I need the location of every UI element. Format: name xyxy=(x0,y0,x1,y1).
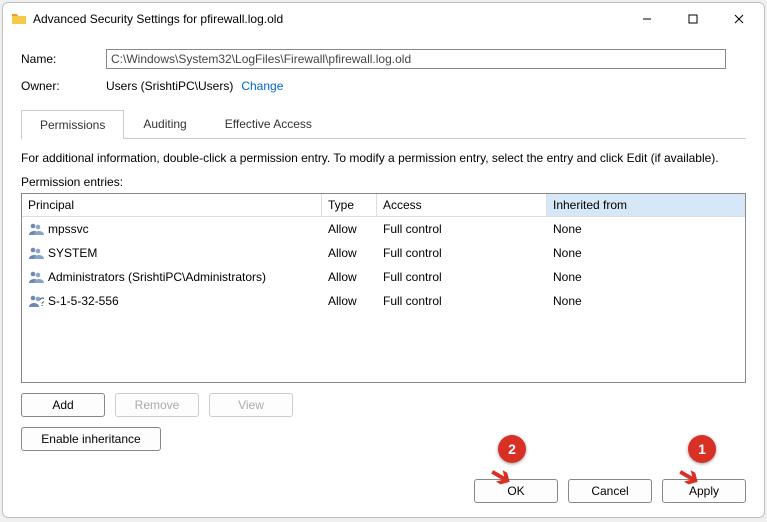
permission-entries-table[interactable]: Principal Type Access Inherited from mps… xyxy=(21,193,746,383)
cell-access: Full control xyxy=(377,292,547,310)
view-button: View xyxy=(209,393,293,417)
cell-inherited: None xyxy=(547,292,745,310)
cell-type: Allow xyxy=(322,220,377,238)
col-inherited[interactable]: Inherited from xyxy=(547,194,745,217)
add-button[interactable]: Add xyxy=(21,393,105,417)
table-row[interactable]: mpssvc AllowFull controlNone xyxy=(22,217,745,241)
cell-type: Allow xyxy=(322,268,377,286)
remove-button: Remove xyxy=(115,393,199,417)
owner-row: Owner: Users (SrishtiPC\Users) Change xyxy=(21,79,746,93)
table-row[interactable]: ? S-1-5-32-556 AllowFull controlNone xyxy=(22,289,745,313)
cell-access: Full control xyxy=(377,268,547,286)
tab-bar: Permissions Auditing Effective Access xyxy=(21,109,746,139)
table-row[interactable]: Administrators (SrishtiPC\Administrators… xyxy=(22,265,745,289)
change-owner-link[interactable]: Change xyxy=(241,79,283,93)
titlebar: Advanced Security Settings for pfirewall… xyxy=(3,3,764,35)
name-label: Name: xyxy=(21,52,106,66)
col-access[interactable]: Access xyxy=(377,194,547,217)
inheritance-buttons: Enable inheritance xyxy=(21,427,746,451)
enable-inheritance-button[interactable]: Enable inheritance xyxy=(21,427,161,451)
window-controls xyxy=(624,4,762,34)
principal-icon xyxy=(28,221,44,237)
tab-permissions[interactable]: Permissions xyxy=(21,110,124,139)
content-area: Name: C:\Windows\System32\LogFiles\Firew… xyxy=(3,35,764,479)
svg-text:?: ? xyxy=(39,295,44,309)
cell-principal: mpssvc xyxy=(22,219,322,239)
dialog-footer: OK Cancel Apply xyxy=(3,479,764,517)
cell-principal: SYSTEM xyxy=(22,243,322,263)
owner-value: Users (SrishtiPC\Users) xyxy=(106,79,233,93)
cell-principal: Administrators (SrishtiPC\Administrators… xyxy=(22,267,322,287)
cell-principal: ? S-1-5-32-556 xyxy=(22,291,322,311)
maximize-button[interactable] xyxy=(670,4,716,34)
cell-type: Allow xyxy=(322,292,377,310)
col-type[interactable]: Type xyxy=(322,194,377,217)
cell-type: Allow xyxy=(322,244,377,262)
principal-icon xyxy=(28,269,44,285)
table-body: mpssvcAllowFull controlNoneSYSTEMAllowFu… xyxy=(22,217,745,382)
principal-icon xyxy=(28,245,44,261)
table-row[interactable]: SYSTEM AllowFull controlNone xyxy=(22,241,745,265)
principal-text: mpssvc xyxy=(48,222,89,236)
window-title: Advanced Security Settings for pfirewall… xyxy=(33,12,624,26)
entry-buttons: Add Remove View xyxy=(21,393,746,417)
security-settings-window: Advanced Security Settings for pfirewall… xyxy=(2,2,765,518)
cell-access: Full control xyxy=(377,244,547,262)
owner-label: Owner: xyxy=(21,79,106,93)
cancel-button[interactable]: Cancel xyxy=(568,479,652,503)
cell-inherited: None xyxy=(547,244,745,262)
cell-access: Full control xyxy=(377,220,547,238)
name-value[interactable]: C:\Windows\System32\LogFiles\Firewall\pf… xyxy=(106,49,726,69)
entries-label: Permission entries: xyxy=(21,175,746,189)
principal-text: Administrators (SrishtiPC\Administrators… xyxy=(48,270,266,284)
principal-text: SYSTEM xyxy=(48,246,97,260)
principal-icon: ? xyxy=(28,293,44,309)
principal-text: S-1-5-32-556 xyxy=(48,294,119,308)
annotation-badge-1: 1 xyxy=(688,435,716,463)
name-row: Name: C:\Windows\System32\LogFiles\Firew… xyxy=(21,49,746,69)
table-header: Principal Type Access Inherited from xyxy=(22,194,745,217)
minimize-button[interactable] xyxy=(624,4,670,34)
info-text: For additional information, double-click… xyxy=(21,151,746,165)
tab-auditing[interactable]: Auditing xyxy=(124,109,205,138)
folder-icon xyxy=(11,11,27,27)
tab-effective-access[interactable]: Effective Access xyxy=(206,109,331,138)
close-button[interactable] xyxy=(716,4,762,34)
col-principal[interactable]: Principal xyxy=(22,194,322,217)
cell-inherited: None xyxy=(547,268,745,286)
cell-inherited: None xyxy=(547,220,745,238)
